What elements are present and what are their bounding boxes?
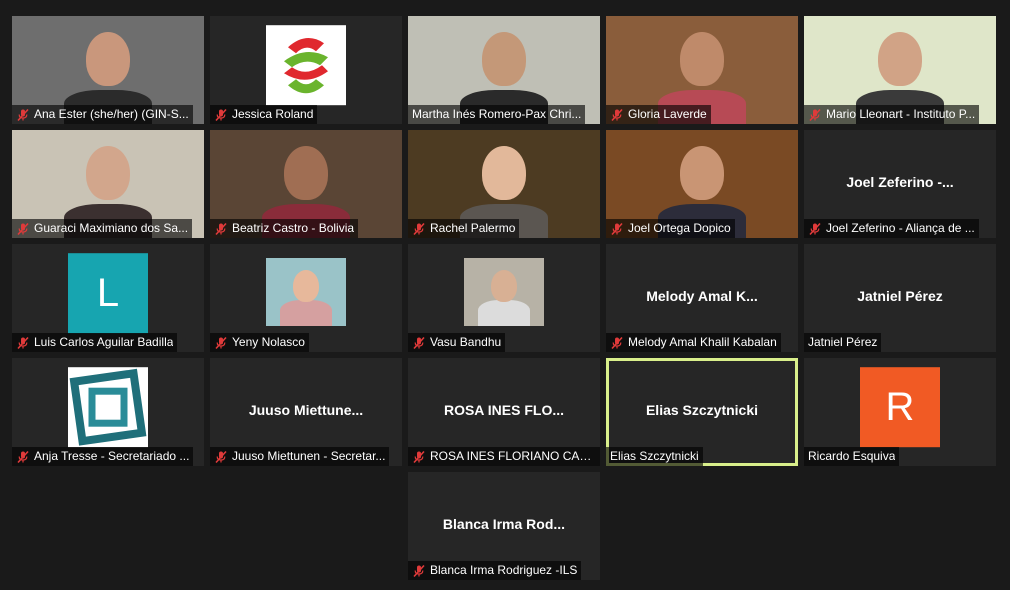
participant-video — [464, 258, 544, 326]
microphone-muted-icon — [413, 222, 425, 235]
microphone-muted-icon — [215, 108, 227, 121]
participant-name-label: Ricardo Esquiva — [804, 447, 900, 466]
participant-video — [266, 258, 346, 326]
participant-tile[interactable]: Anja Tresse - Secretariado ... — [12, 358, 204, 466]
participant-name: Blanca Irma Rodriguez -ILS — [430, 563, 578, 577]
participant-display-name: ROSA INES FLO... — [443, 402, 565, 418]
participant-name-label: Beatriz Castro - Bolivia — [210, 219, 359, 238]
red-green-swirl-logo — [266, 25, 346, 106]
participant-name: Joel Zeferino - Aliança de ... — [826, 221, 975, 235]
participant-name-label: ROSA INES FLORIANO CAR... — [408, 447, 600, 466]
participant-display-name: Jatniel Pérez — [857, 288, 943, 304]
participant-name: Rachel Palermo — [430, 221, 516, 235]
participant-display-name: Joel Zeferino -... — [846, 174, 954, 190]
participant-name-label: Juuso Miettunen - Secretar... — [210, 447, 390, 466]
microphone-muted-icon — [215, 450, 227, 463]
participant-name: Jessica Roland — [232, 107, 314, 121]
participant-name: Juuso Miettunen - Secretar... — [232, 449, 386, 463]
participant-name-label: Martha Inés Romero-Pax Chri... — [408, 105, 586, 124]
participant-name-label: Jatniel Pérez — [804, 333, 882, 352]
microphone-muted-icon — [17, 108, 29, 121]
participant-tile[interactable]: Martha Inés Romero-Pax Chri... — [408, 16, 600, 124]
microphone-muted-icon — [611, 108, 623, 121]
participant-name-label: Blanca Irma Rodriguez -ILS — [408, 561, 582, 580]
participant-name-label: Elias Szczytnicki — [606, 447, 703, 466]
participant-tile[interactable]: Joel Ortega Dopico — [606, 130, 798, 238]
participant-name: Vasu Bandhu — [430, 335, 502, 349]
participant-tile[interactable]: Beatriz Castro - Bolivia — [210, 130, 402, 238]
participant-tile[interactable]: Joel Zeferino -... Joel Zeferino - Alianç… — [804, 130, 996, 238]
teal-squares-logo — [68, 367, 148, 448]
participant-tile[interactable]: Juuso Miettune... Juuso Miettunen - Secre… — [210, 358, 402, 466]
participant-tile[interactable]: Blanca Irma Rod... Blanca Irma Rodriguez … — [408, 472, 600, 580]
participant-name: Martha Inés Romero-Pax Chri... — [412, 107, 582, 121]
microphone-muted-icon — [413, 336, 425, 349]
participant-name: ROSA INES FLORIANO CAR... — [430, 449, 596, 463]
participant-name-label: Jessica Roland — [210, 105, 318, 124]
participant-tile[interactable]: Rachel Palermo — [408, 130, 600, 238]
participant-name: Ricardo Esquiva — [808, 449, 896, 463]
participant-name-label: Luis Carlos Aguilar Badilla — [12, 333, 178, 352]
participant-name-label: Vasu Bandhu — [408, 333, 506, 352]
participant-name-label: Mario Lleonart - Instituto P... — [804, 105, 980, 124]
participant-name-label: Melody Amal Khalil Kabalan — [606, 333, 781, 352]
participant-grid: Ana Ester (she/her) (GIN-S... Jessica Rol… — [0, 0, 1010, 590]
participant-display-name: Blanca Irma Rod... — [442, 516, 566, 532]
participant-tile[interactable]: Melody Amal K... Melody Amal Khalil Kabal… — [606, 244, 798, 352]
participant-tile[interactable]: Jessica Roland — [210, 16, 402, 124]
participant-name-label: Joel Zeferino - Aliança de ... — [804, 219, 979, 238]
avatar: R — [860, 367, 940, 448]
microphone-muted-icon — [413, 564, 425, 577]
participant-tile[interactable]: Elias Szczytnicki Elias Szczytnicki — [606, 358, 798, 466]
participant-name: Elias Szczytnicki — [610, 449, 699, 463]
participant-tile[interactable]: Gloria Laverde — [606, 16, 798, 124]
participant-name: Guaraci Maximiano dos Sa... — [34, 221, 189, 235]
microphone-muted-icon — [809, 108, 821, 121]
participant-tile[interactable]: Mario Lleonart - Instituto P... — [804, 16, 996, 124]
participant-name-label: Rachel Palermo — [408, 219, 520, 238]
participant-tile[interactable]: Jatniel Pérez Jatniel Pérez — [804, 244, 996, 352]
microphone-muted-icon — [17, 336, 29, 349]
participant-tile[interactable]: Vasu Bandhu — [408, 244, 600, 352]
participant-display-name: Elias Szczytnicki — [645, 402, 759, 418]
participant-name: Beatriz Castro - Bolivia — [232, 221, 355, 235]
microphone-muted-icon — [215, 222, 227, 235]
participant-name-label: Guaraci Maximiano dos Sa... — [12, 219, 193, 238]
participant-tile[interactable]: ROSA INES FLO... ROSA INES FLORIANO CAR..… — [408, 358, 600, 466]
participant-tile[interactable]: Guaraci Maximiano dos Sa... — [12, 130, 204, 238]
microphone-muted-icon — [611, 336, 623, 349]
participant-tile[interactable]: Yeny Nolasco — [210, 244, 402, 352]
microphone-muted-icon — [413, 450, 425, 463]
participant-name: Mario Lleonart - Instituto P... — [826, 107, 976, 121]
microphone-muted-icon — [611, 222, 623, 235]
participant-name: Anja Tresse - Secretariado ... — [34, 449, 190, 463]
participant-name: Ana Ester (she/her) (GIN-S... — [34, 107, 189, 121]
avatar-letter: R — [885, 384, 915, 429]
participant-name-label: Joel Ortega Dopico — [606, 219, 735, 238]
microphone-muted-icon — [17, 450, 29, 463]
avatar-letter: L — [96, 270, 120, 315]
participant-display-name: Melody Amal K... — [646, 288, 758, 304]
participant-tile[interactable]: Ana Ester (she/her) (GIN-S... — [12, 16, 204, 124]
microphone-muted-icon — [809, 222, 821, 235]
participant-name: Gloria Laverde — [628, 107, 707, 121]
participant-tile[interactable]: R Ricardo Esquiva — [804, 358, 996, 466]
participant-name: Jatniel Pérez — [808, 335, 878, 349]
participant-display-name: Juuso Miettune... — [248, 402, 364, 418]
participant-name: Melody Amal Khalil Kabalan — [628, 335, 777, 349]
participant-name-label: Gloria Laverde — [606, 105, 711, 124]
participant-name-label: Anja Tresse - Secretariado ... — [12, 447, 194, 466]
participant-name: Luis Carlos Aguilar Badilla — [34, 335, 174, 349]
microphone-muted-icon — [215, 336, 227, 349]
participant-name: Joel Ortega Dopico — [628, 221, 731, 235]
participant-name-label: Ana Ester (she/her) (GIN-S... — [12, 105, 193, 124]
participant-name: Yeny Nolasco — [232, 335, 305, 349]
participant-tile[interactable]: L Luis Carlos Aguilar Badilla — [12, 244, 204, 352]
microphone-muted-icon — [17, 222, 29, 235]
participant-name-label: Yeny Nolasco — [210, 333, 309, 352]
avatar: L — [68, 253, 148, 334]
